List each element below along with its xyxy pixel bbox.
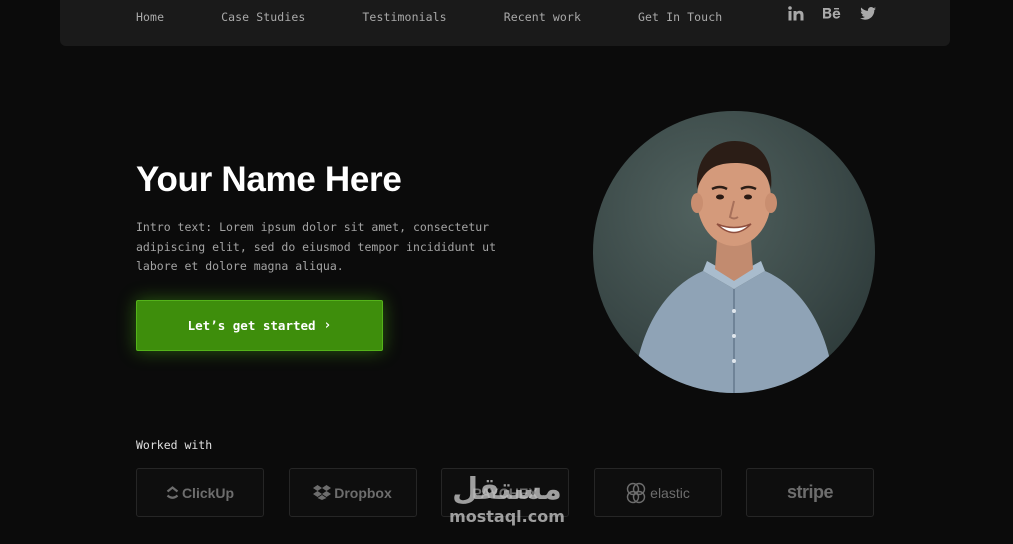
logo-clickup-text: ClickUp <box>181 484 235 501</box>
nav-link-home[interactable]: Home <box>136 10 164 24</box>
profile-photo <box>593 111 875 393</box>
twitter-icon[interactable] <box>859 4 877 22</box>
nav-link-get-in-touch[interactable]: Get In Touch <box>638 10 722 24</box>
get-started-label: Let’s get started <box>187 318 316 333</box>
logo-elastic: elastic <box>593 468 722 517</box>
nav-links: Home Case Studies Testimonials Recent wo… <box>136 0 779 40</box>
logo-stripe-text: stripe <box>786 482 834 502</box>
profile-photo-illustration <box>633 141 835 393</box>
watermark-arabic: مستقل <box>452 472 562 507</box>
elastic-icon <box>625 482 647 504</box>
nav-link-recent-work[interactable]: Recent work <box>504 10 581 24</box>
logo-stripe: stripe <box>746 468 874 517</box>
clickup-icon <box>166 485 179 500</box>
get-started-button[interactable]: Let’s get started › <box>136 300 383 351</box>
watermark-latin: mostaql.com <box>449 507 565 526</box>
hero-intro-text: Intro text: Lorem ipsum dolor sit amet, … <box>136 220 497 273</box>
logo-clickup: ClickUp <box>136 468 264 517</box>
nav-link-testimonials[interactable]: Testimonials <box>362 10 446 24</box>
top-navbar: Home Case Studies Testimonials Recent wo… <box>60 0 950 46</box>
linkedin-icon[interactable] <box>787 4 805 22</box>
logo-elastic-text: elastic <box>650 484 690 501</box>
chevron-right-icon: › <box>323 318 332 333</box>
social-links <box>787 4 895 22</box>
worked-with-label: Worked with <box>136 438 213 452</box>
mostaql-watermark: مستقل mostaql.com <box>444 472 570 526</box>
nav-link-case-studies[interactable]: Case Studies <box>221 10 305 24</box>
behance-icon[interactable] <box>823 4 841 22</box>
dropbox-icon <box>313 485 332 500</box>
hero-title: Your Name Here <box>136 160 402 199</box>
logo-dropbox-text: Dropbox <box>334 484 392 501</box>
logo-dropbox: Dropbox <box>288 468 417 517</box>
